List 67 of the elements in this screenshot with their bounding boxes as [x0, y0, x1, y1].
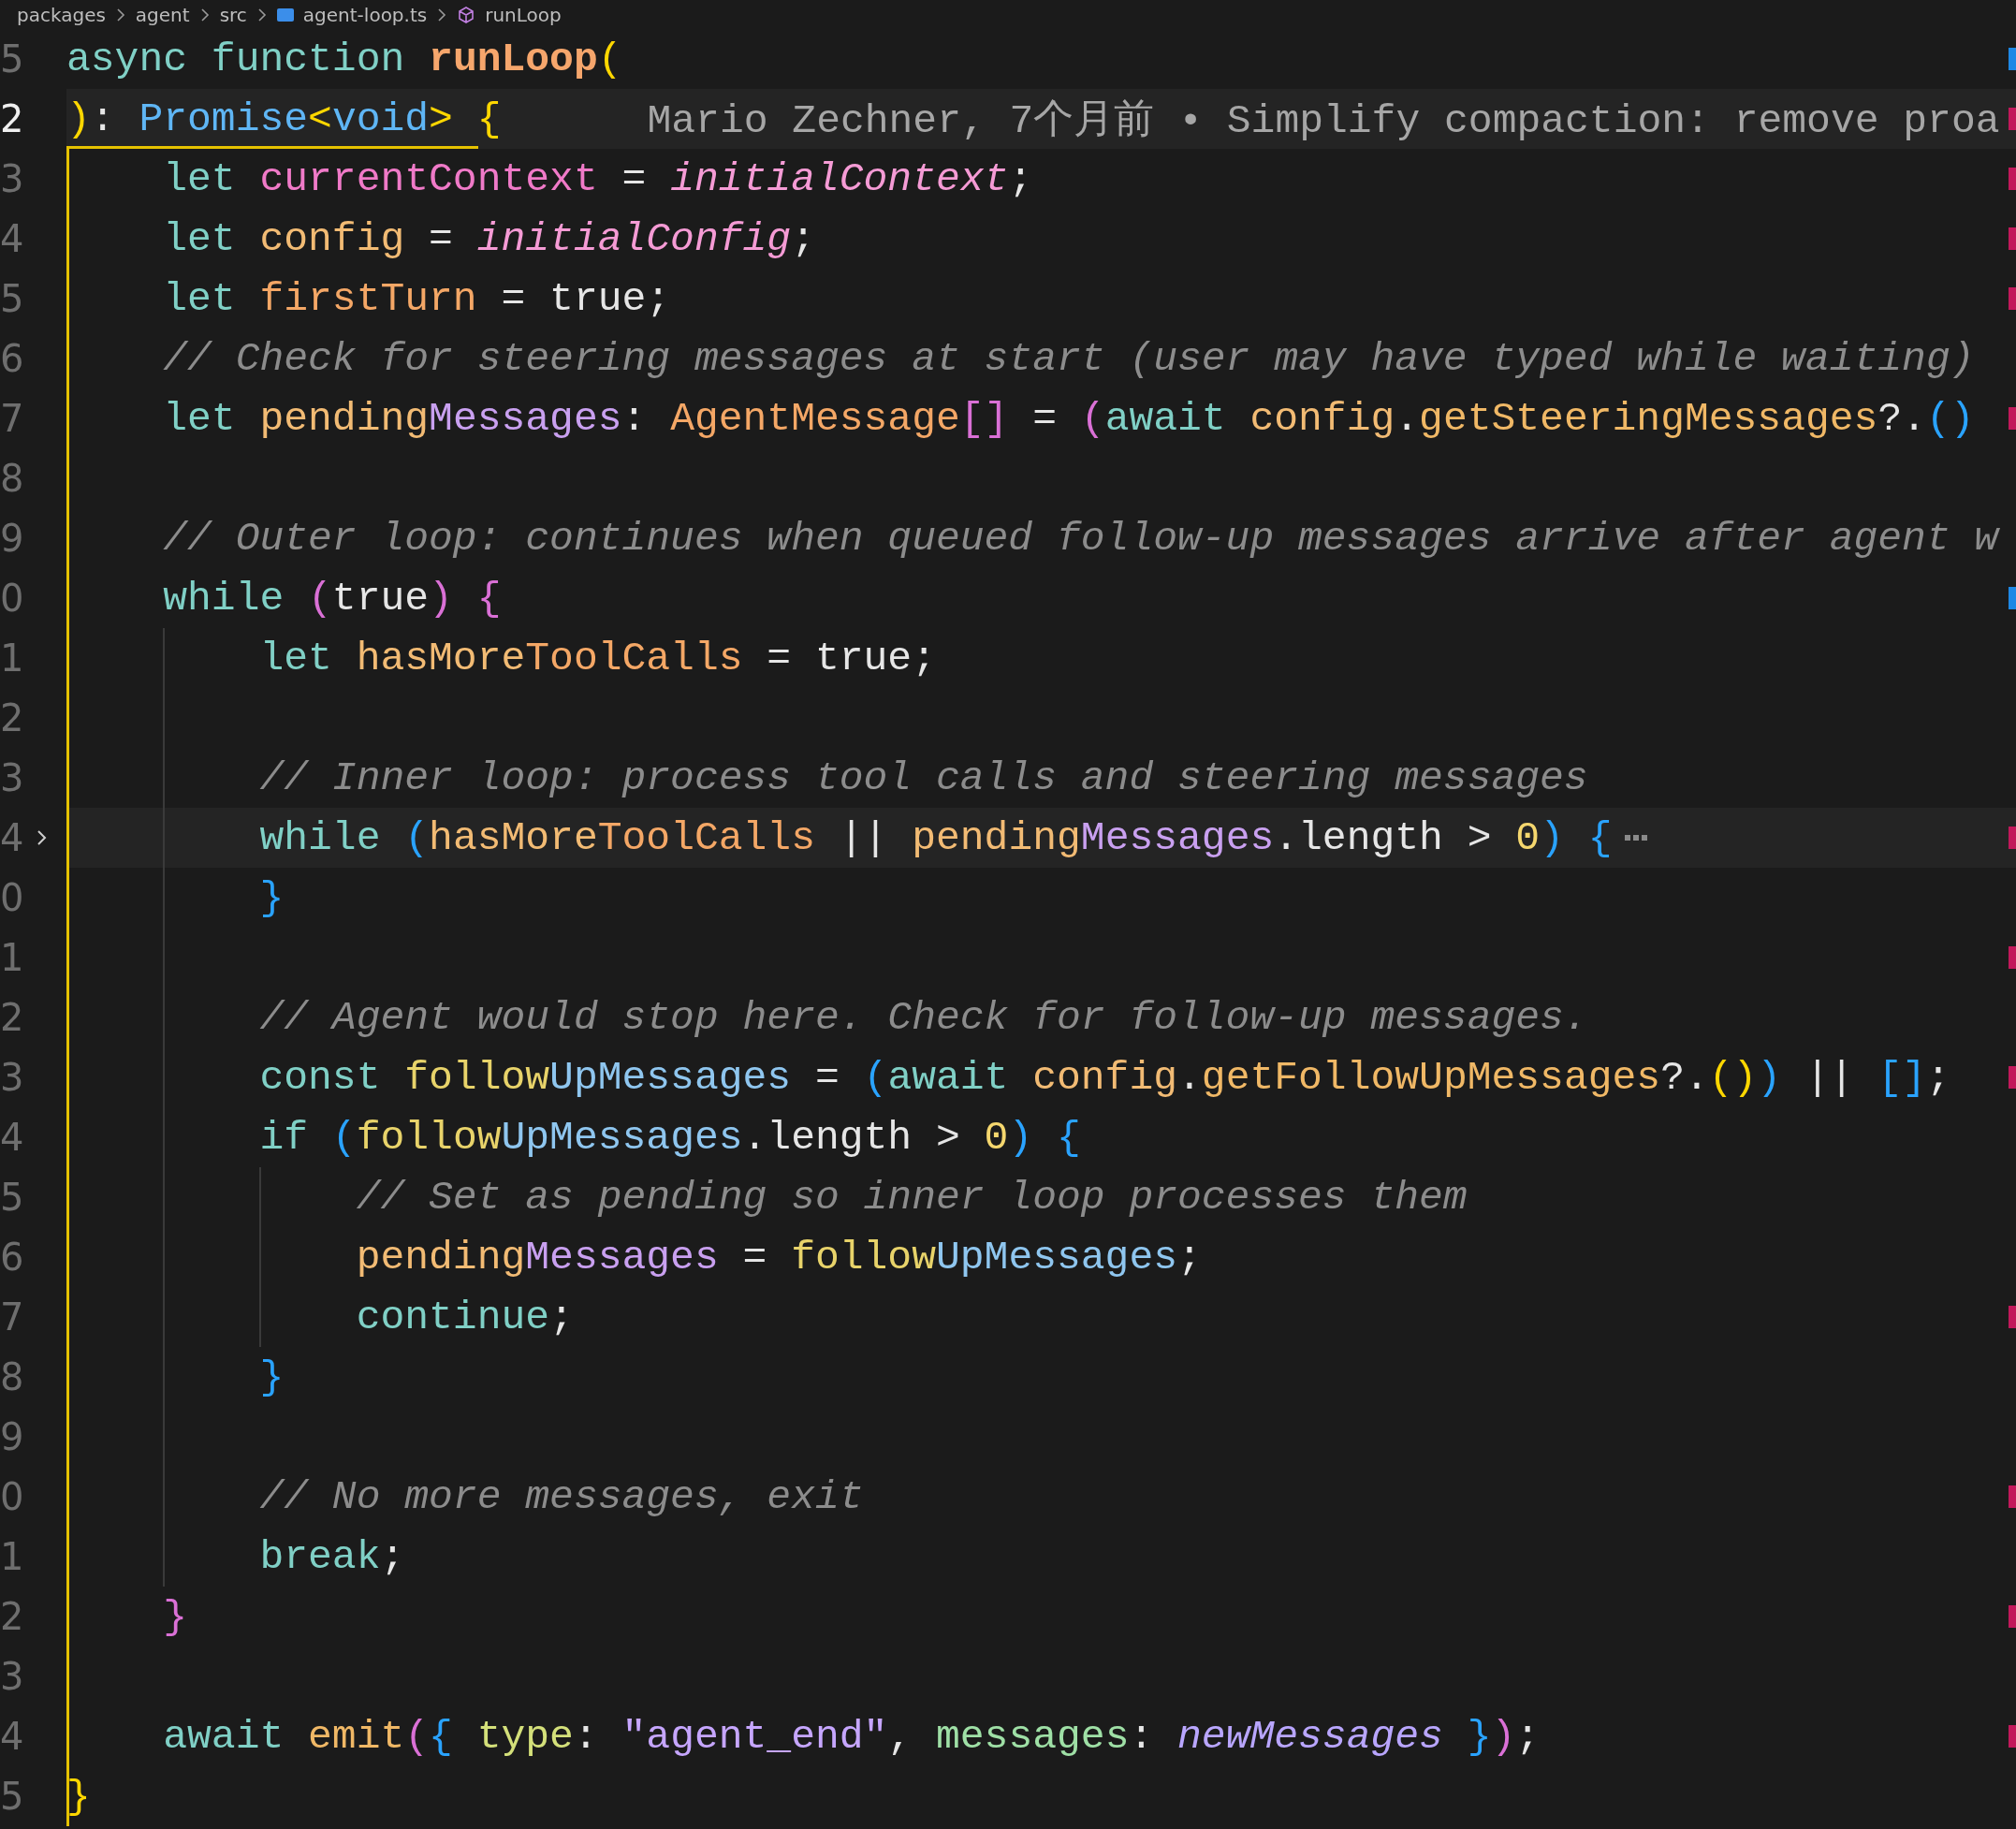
code-line: // Check for steering messages at start (user may have typed while waiting) — [162, 335, 1975, 382]
code-line: async function runLoop( — [66, 36, 622, 82]
line-number: 1 — [0, 636, 21, 680]
line-number: 1 — [0, 1535, 21, 1578]
code-line: } — [258, 1353, 285, 1400]
line-number: 3 — [0, 157, 21, 200]
code-line: break; — [258, 1533, 405, 1580]
code-line: } — [258, 874, 285, 921]
code-line: pendingMessages = followUpMessages; — [355, 1234, 1202, 1280]
code-line: while (true) { — [162, 575, 502, 622]
code-line: // Set as pending so inner loop processes them — [355, 1174, 1468, 1221]
chevron-icon — [256, 7, 268, 22]
typescript-file-icon — [276, 7, 294, 22]
breadcrumb-item[interactable]: src — [219, 3, 247, 26]
line-number: 9 — [0, 517, 21, 560]
line-number: 8 — [0, 1355, 21, 1398]
line-number: 3 — [0, 1056, 21, 1099]
code-line: const followUpMessages = (await config.getFollowUpMessages?.()) || []; — [258, 1054, 1950, 1101]
line-number: 4 — [0, 1715, 21, 1758]
line-number: 8 — [0, 457, 21, 500]
code-line: } — [162, 1593, 188, 1640]
breadcrumb-item[interactable]: agent — [135, 3, 190, 26]
line-number: 4 — [0, 1116, 21, 1159]
line-number: 0 — [0, 876, 21, 919]
line-number: 6 — [0, 337, 21, 380]
code-line: // Inner loop: process tool calls and steering messages — [258, 754, 1588, 801]
line-number: 3 — [0, 756, 21, 799]
line-number: 2 — [0, 996, 21, 1039]
code-line: let config = initialConfig; — [162, 215, 815, 262]
code-line: let firstTurn = true; — [162, 275, 671, 322]
line-number: 7 — [0, 1295, 21, 1339]
line-number: 2 — [0, 97, 21, 140]
line-number: 7 — [0, 397, 21, 440]
line-number: 0 — [0, 577, 21, 620]
chevron-icon — [198, 7, 211, 22]
line-number: 5 — [0, 1176, 21, 1219]
code-line: } — [66, 1773, 91, 1820]
line-number: 9 — [0, 1415, 21, 1458]
code-line: // No more messages, exit — [258, 1473, 864, 1520]
line-number: 6 — [0, 1236, 21, 1279]
code-line: continue; — [355, 1294, 574, 1340]
line-number: 1 — [0, 936, 21, 979]
code-line: let hasMoreToolCalls = true; — [258, 635, 936, 681]
line-number: 2 — [0, 696, 21, 739]
breadcrumb-item[interactable]: runLoop — [485, 3, 562, 26]
line-number: 4 — [0, 217, 21, 260]
line-number: 0 — [0, 1475, 21, 1518]
chevron-icon — [436, 7, 448, 22]
code-line: ): Promise<void> { — [66, 95, 502, 142]
line-number: 5 — [0, 37, 21, 80]
line-number: 5 — [0, 1775, 21, 1818]
line-number: 5 — [0, 277, 21, 320]
code-line: if (followUpMessages.length > 0) { — [258, 1114, 1081, 1161]
breadcrumb-item[interactable]: agent-loop.ts — [302, 3, 428, 26]
code-line: while (hasMoreToolCalls || pendingMessages.length > 0) { — [258, 814, 1613, 861]
chevron-icon — [114, 7, 126, 22]
code-line: // Agent would stop here. Check for follow-up messages. — [258, 994, 1588, 1041]
line-number: 3 — [0, 1655, 21, 1698]
code-line: let pendingMessages: AgentMessage[] = (await config.getSteeringMessages?.() — [162, 395, 1975, 442]
code-line: await emit({ type: "agent_end", messages: newMessages }); — [162, 1713, 1541, 1760]
line-number: 4 — [0, 816, 21, 859]
cube-icon — [457, 5, 476, 24]
git-blame-annotation: Mario Zechner, 7个月前 • Simplify compaction: remove proa — [647, 97, 2000, 146]
line-number: 2 — [0, 1595, 21, 1638]
code-line: // Outer loop: continues when queued follow-up messages arrive after agent w — [162, 515, 1999, 562]
code-line: let currentContext = initialContext; — [162, 155, 1033, 202]
breadcrumb-item[interactable]: packages — [17, 3, 106, 26]
